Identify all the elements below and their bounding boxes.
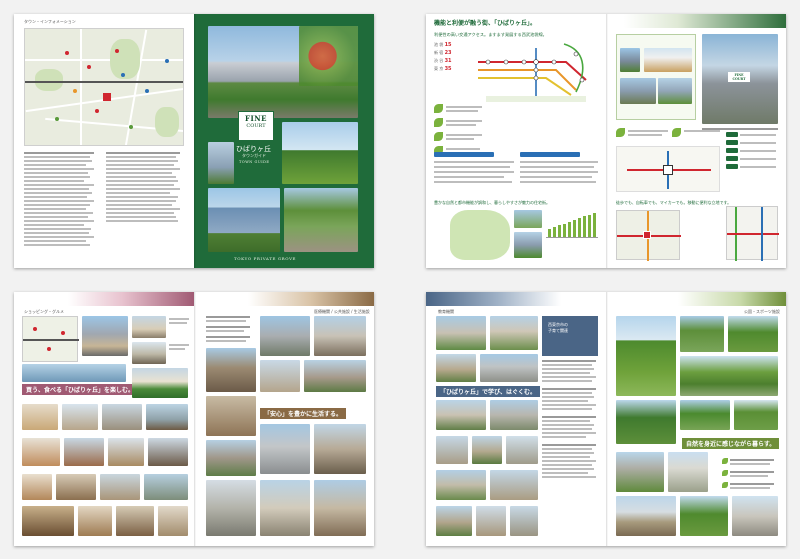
park-photo-large (616, 316, 676, 396)
spread-access: 機能と利便が融う街、「ひばりヶ丘」。 利便性の高い交通アクセス。ますます発展する… (426, 14, 786, 268)
timetable (434, 152, 600, 192)
spread-education-parks: 教育機関 公園・スポーツ施設 西東京市の 子育て関連 「ひばりヶ丘」で学び、はぐ… (426, 292, 786, 546)
cover-subtitle: タウンガイド (242, 153, 266, 158)
section-label-right: 医療機関 / 公共施設 / 生活施設 (314, 309, 370, 314)
highway-map (726, 206, 779, 261)
road-map (616, 210, 681, 261)
nature-heading: 豊かな自然と都市機能が調和し、暮らしやすさが魅力の住宅街。 (434, 200, 550, 205)
access-heading: 利便性の高い交通アクセス。ますます発展する西武池袋線。 (434, 32, 547, 37)
header-strip-left (426, 292, 606, 306)
catch-shopping: 買う、食べる「ひばりヶ丘」を楽しむ。 (22, 384, 139, 395)
price-table (726, 132, 778, 192)
logo-court: COURT (246, 123, 266, 129)
cover-town-guide: TOWN GUIDE (239, 160, 270, 164)
section-label-right: 公園・スポーツ施設 (744, 309, 780, 314)
edu-panel: 西東京市の 子育て関連 (542, 316, 598, 356)
catch-education: 「ひばりヶ丘」で学び、はぐくむ。 (436, 386, 541, 397)
rail-map (478, 43, 587, 96)
section-label: ショッピング・グルメ (24, 309, 64, 314)
cover-photo-park (282, 122, 358, 184)
green-map (450, 210, 510, 260)
cover-footer: TOKYO PRIVATE GROVE (234, 256, 297, 261)
catch-living: 「安心」を豊かに生活する。 (260, 408, 347, 419)
cover-logo: FINE COURT (238, 111, 274, 141)
area-map (24, 28, 184, 146)
spread-title: 機能と利便が融う街、「ひばりヶ丘」。 (434, 20, 537, 27)
header-strip-right (194, 292, 374, 306)
car-heading: 徒歩でも、自転車でも、マイカーでも。移動に便利な立地です。 (616, 200, 732, 205)
station-row: 池 袋 15 (434, 42, 452, 48)
property-marker (103, 93, 111, 101)
station-row: 新 宿 23 (434, 50, 452, 56)
edu-panel-title: 西東京市の 子育て関連 (548, 322, 568, 333)
shop-map (22, 316, 79, 362)
page-town-map: タウン・インフォメーション (14, 14, 194, 268)
section-label: 教育機関 (438, 309, 454, 314)
route-diagram (616, 146, 720, 192)
population-chart (546, 212, 598, 238)
page-cover: FINE COURT ひばりヶ丘 タウンガイド TOWN GUIDE TOKYO… (194, 14, 374, 268)
spread-town-guide: タウン・インフォメーション FINE COURT ひばりヶ丘 タウンガイド TO… (14, 14, 374, 268)
station-row: 渋 谷 31 (434, 58, 452, 64)
catch-nature: 自然を身近に感じながら暮らす。 (682, 438, 780, 449)
header-strip-left (14, 292, 194, 306)
logo-fine: FINE (245, 114, 267, 123)
cover-photo-street (284, 188, 358, 252)
spread-shopping: ショッピング・グルメ 医療機関 / 公共施設 / 生活施設 買う、食べる「ひばり… (14, 292, 374, 546)
section-label: タウン・インフォメーション (24, 19, 76, 24)
cover-photo-tower (208, 188, 280, 252)
header-strip-right (606, 292, 786, 306)
station-row: 東 京 35 (434, 66, 452, 72)
tower-sign: FINE COURT (728, 72, 750, 82)
info-box (616, 34, 696, 120)
